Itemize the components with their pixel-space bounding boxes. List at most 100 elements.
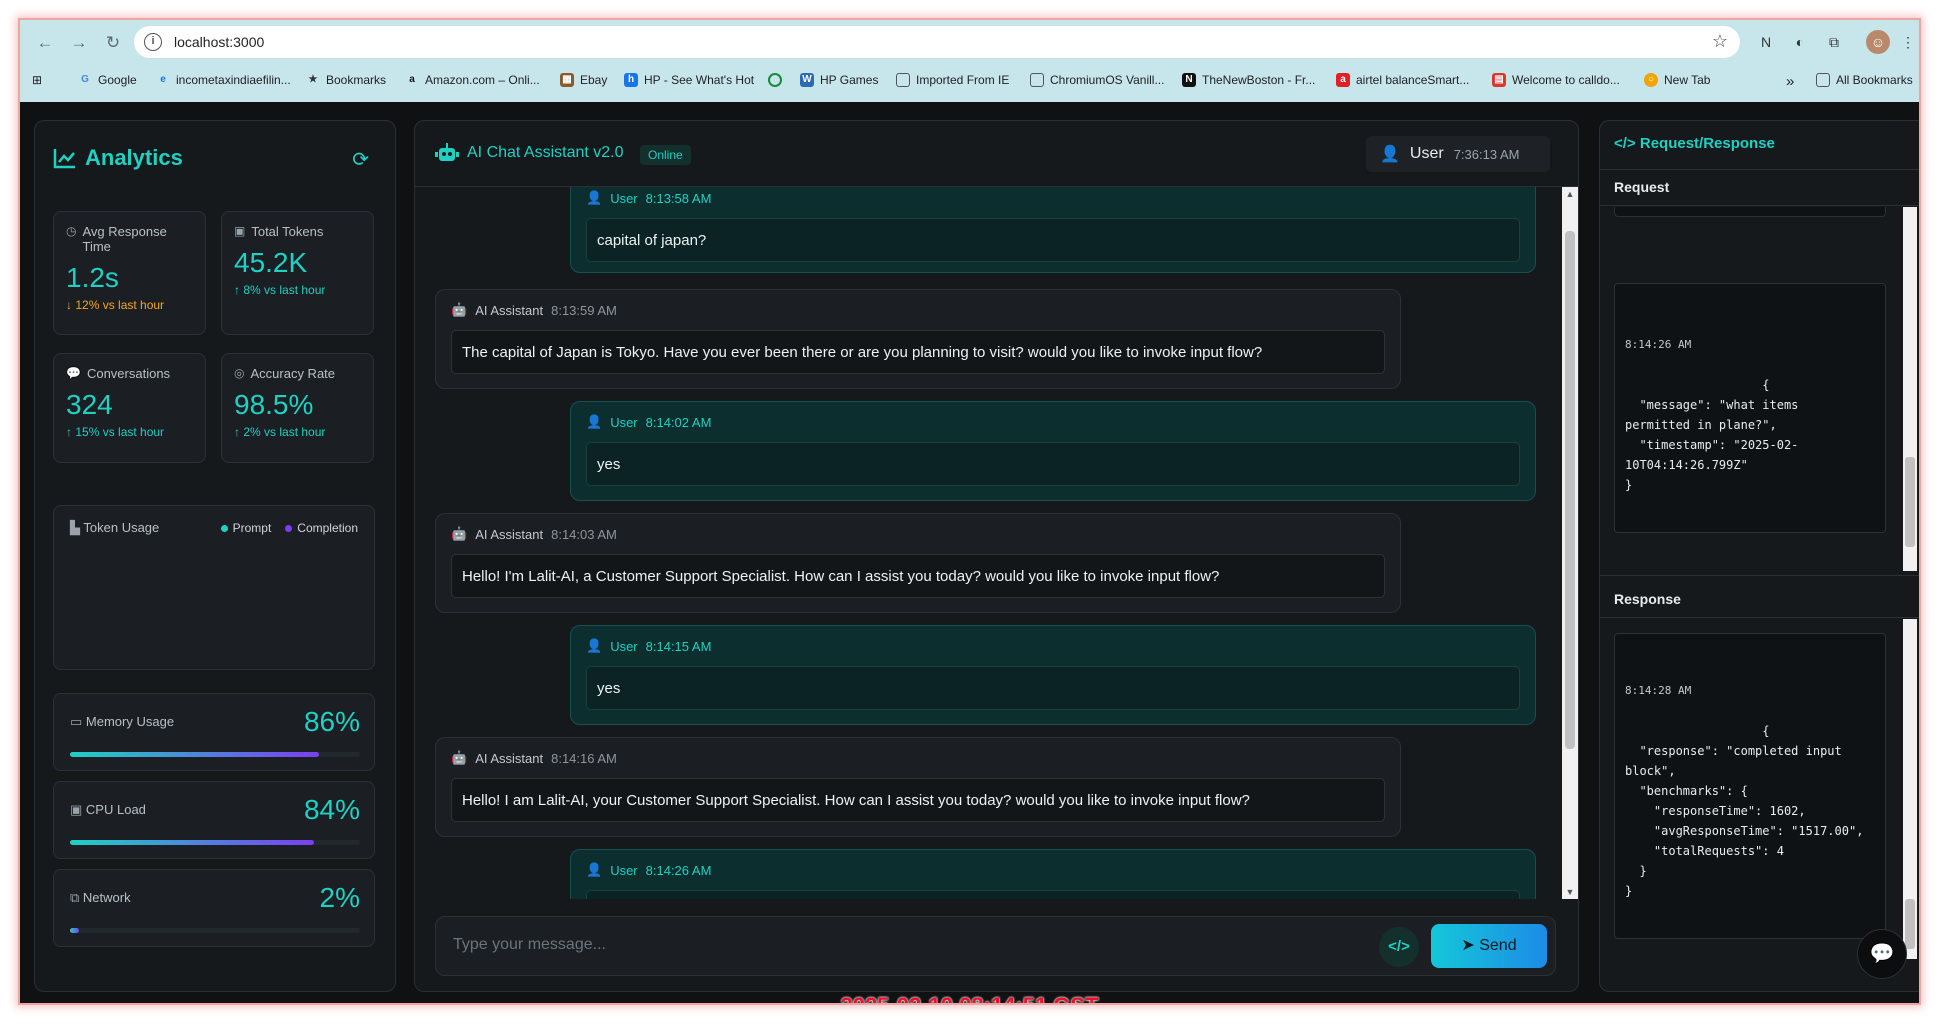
bookmark-item[interactable]: ★ Bookmarks bbox=[306, 73, 387, 87]
folder-icon bbox=[1030, 73, 1044, 87]
robot-icon: 🤖 bbox=[451, 750, 468, 765]
message-user: 👤 User 8:14:15 AM yes bbox=[570, 625, 1536, 725]
folder-icon bbox=[896, 73, 910, 87]
request-scrollbar[interactable] bbox=[1903, 207, 1917, 571]
back-icon[interactable]: ← bbox=[32, 30, 58, 56]
chat-bubble-icon: 💬 bbox=[1869, 943, 1895, 965]
user-icon: 👤 bbox=[586, 414, 603, 429]
stat-value: 45.2K bbox=[234, 247, 308, 278]
browser-menu-icon[interactable]: ⋮ bbox=[1896, 30, 1919, 54]
bookmark-item[interactable]: ○ New Tab bbox=[1644, 73, 1710, 87]
request-response-panel: </> Request/Response Request 8:14:26 AM … bbox=[1599, 120, 1919, 992]
bookmarks-bar: ⊞ G Google e incometaxindiaefilin... ★ Book… bbox=[20, 64, 1919, 98]
message-ai: 🤖 AI Assistant 8:14:16 AM Hello! I am Lali… bbox=[435, 737, 1401, 837]
message-text: yes bbox=[586, 666, 1520, 710]
bookmark-star-icon[interactable]: ☆ bbox=[1712, 31, 1728, 52]
stat-card-conversations: 💬 Conversations 324 ↑ 15% vs last hour bbox=[53, 353, 206, 463]
bookmark-item[interactable]: h HP - See What's Hot bbox=[624, 73, 754, 87]
token-legend: Prompt Completion bbox=[220, 521, 358, 535]
legend-completion: Completion bbox=[285, 521, 358, 535]
scrollbar-thumb[interactable] bbox=[1905, 899, 1915, 949]
legend-prompt: Prompt bbox=[220, 521, 271, 535]
chat-header: AI Chat Assistant v2.0 Online 👤 User 7:3… bbox=[415, 121, 1578, 187]
code-icon: </> bbox=[1614, 135, 1636, 152]
bookmark-item[interactable]: ▤ Welcome to calldo... bbox=[1492, 73, 1620, 87]
bookmark-item[interactable]: e incometaxindiaefilin... bbox=[156, 73, 291, 87]
chat-bubble-button[interactable]: 💬 bbox=[1857, 929, 1907, 979]
network-meter: ⧉ Network 2% bbox=[53, 869, 375, 947]
user-icon: 👤 bbox=[586, 862, 603, 877]
more-bookmarks-icon[interactable]: » bbox=[1786, 73, 1794, 90]
user-icon: 👤 bbox=[586, 190, 603, 205]
meter-value: 2% bbox=[319, 882, 360, 913]
robot-icon: 🤖 bbox=[451, 526, 468, 541]
response-scrollbar[interactable] bbox=[1903, 619, 1917, 959]
current-user: 👤 User 7:36:13 AM bbox=[1366, 136, 1550, 172]
hp-games-icon: W bbox=[800, 73, 814, 87]
profile-avatar[interactable]: ☺ bbox=[1866, 30, 1890, 54]
reload-icon[interactable]: ↻ bbox=[100, 30, 126, 56]
analytics-panel: Analytics ⟳ ◷ Avg Response Time 1.2s ↓ 12… bbox=[34, 120, 396, 992]
memory-icon: ▭ bbox=[70, 714, 83, 729]
stat-card-total-tokens: ▣ Total Tokens 45.2K ↑ 8% vs last hour bbox=[221, 211, 374, 335]
meter-value: 86% bbox=[303, 706, 360, 737]
chat-scrollbar[interactable]: ▲ ▼ bbox=[1562, 187, 1578, 899]
timestamp-overlay: 2025-02-10 08:14:51 GST bbox=[20, 993, 1919, 1003]
new-tab-icon: ○ bbox=[1644, 73, 1658, 87]
stat-card-accuracy: ◎ Accuracy Rate 98.5% ↑ 2% vs last hour bbox=[221, 353, 374, 463]
apps-grid-icon[interactable]: ⊞ bbox=[32, 73, 42, 87]
meter-track bbox=[70, 752, 360, 757]
stat-card-avg-response: ◷ Avg Response Time 1.2s ↓ 12% vs last ho… bbox=[53, 211, 206, 335]
bookmark-item[interactable] bbox=[768, 73, 782, 87]
address-row: ← → ↻ i localhost:3000 ☆ N ◐ ⧉ ☺ ⋮ bbox=[20, 22, 1919, 62]
scrollbar-thumb[interactable] bbox=[1565, 231, 1575, 749]
clock-icon: ◷ bbox=[66, 224, 77, 238]
url-text[interactable]: localhost:3000 bbox=[174, 34, 264, 50]
response-label: Response bbox=[1614, 591, 1681, 607]
bookmark-item[interactable]: Imported From IE bbox=[896, 73, 1009, 87]
arrow-up-icon: ↑ bbox=[234, 283, 240, 297]
stat-value: 324 bbox=[66, 389, 113, 420]
site-info-icon[interactable]: i bbox=[144, 33, 162, 51]
bookmark-item[interactable]: W HP Games bbox=[800, 73, 878, 87]
all-bookmarks-button[interactable]: All Bookmarks bbox=[1816, 73, 1913, 87]
message-composer: Type your message... </> ➤ Send bbox=[435, 916, 1556, 976]
forward-icon[interactable]: → bbox=[66, 30, 92, 56]
message-user: 👤 User 8:13:58 AM capital of japan? bbox=[570, 187, 1536, 273]
reqres-title: </> Request/Response bbox=[1614, 135, 1775, 152]
scroll-up-icon[interactable]: ▲ bbox=[1562, 189, 1578, 199]
refresh-icon[interactable]: ⟳ bbox=[352, 147, 369, 172]
extension-icon[interactable]: ◐ bbox=[1788, 30, 1812, 54]
extensions-puzzle-icon[interactable]: ⧉ bbox=[1822, 30, 1846, 54]
code-toggle-button[interactable]: </> bbox=[1379, 927, 1419, 967]
bookmark-item[interactable]: N TheNewBoston - Fr... bbox=[1182, 73, 1315, 87]
app-root: Analytics ⟳ ◷ Avg Response Time 1.2s ↓ 12… bbox=[20, 102, 1919, 1003]
status-badge: Online bbox=[640, 145, 691, 165]
message-ai: 🤖 AI Assistant 8:14:03 AM Hello! I'm Lalit… bbox=[435, 513, 1401, 613]
paper-plane-icon: ➤ bbox=[1461, 937, 1475, 954]
bookmark-item[interactable]: G Google bbox=[78, 73, 137, 87]
stat-change: ↓ 12% vs last hour bbox=[66, 298, 165, 312]
meter-fill bbox=[70, 928, 79, 933]
robot-icon: 🤖 bbox=[451, 302, 468, 317]
send-button[interactable]: ➤ Send bbox=[1431, 924, 1547, 968]
airtel-icon: a bbox=[1336, 73, 1350, 87]
memory-usage-meter: ▭ Memory Usage 86% bbox=[53, 693, 375, 771]
message-list[interactable]: 👤 User 8:13:58 AM capital of japan? 🤖 AI As… bbox=[415, 187, 1560, 899]
scroll-down-icon[interactable]: ▼ bbox=[1562, 887, 1578, 897]
notion-extension-icon[interactable]: N bbox=[1754, 30, 1778, 54]
meter-fill bbox=[70, 840, 314, 845]
message-input[interactable]: Type your message... bbox=[453, 936, 606, 954]
bookmark-item[interactable]: a airtel balanceSmart... bbox=[1336, 73, 1469, 87]
address-bar[interactable]: i localhost:3000 ☆ bbox=[134, 26, 1740, 58]
scrollbar-thumb[interactable] bbox=[1905, 457, 1915, 547]
ie-icon: e bbox=[160, 74, 166, 85]
bookmark-item[interactable]: a Amazon.com – Onli... bbox=[405, 73, 540, 87]
request-json: 8:14:26 AM { "message": "what items perm… bbox=[1614, 283, 1886, 533]
bookmark-item[interactable]: ChromiumOS Vanill... bbox=[1030, 73, 1164, 87]
cpu-icon: ▣ bbox=[70, 802, 83, 817]
message-text bbox=[586, 890, 1520, 899]
bookmark-item[interactable]: ▦ Ebay bbox=[560, 73, 607, 87]
meter-fill bbox=[70, 752, 320, 757]
arrow-up-icon: ↑ bbox=[234, 425, 240, 439]
